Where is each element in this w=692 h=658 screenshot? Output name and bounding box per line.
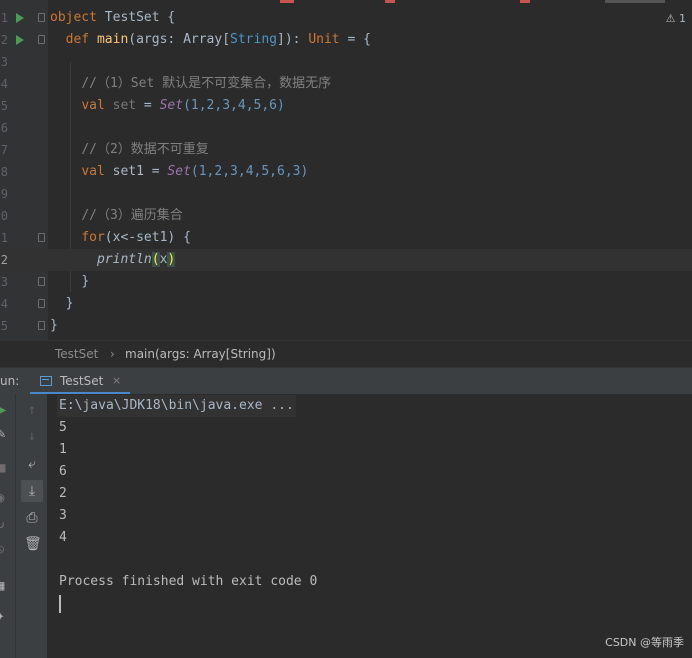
print-icon[interactable]: ⎙	[24, 510, 40, 526]
line-number: 0	[0, 209, 8, 223]
code-line-11: 1 for(x<-set1) {	[0, 227, 692, 249]
line-number: 2	[0, 253, 8, 267]
console-icon	[40, 376, 52, 386]
line-number: 2	[0, 33, 8, 47]
code-line-1: 1 object TestSet {	[0, 7, 692, 29]
code-line-14: 4 }	[0, 293, 692, 315]
breadcrumb-separator: ›	[110, 347, 115, 361]
code-line-7: 7 //（2）数据不可重复	[0, 139, 692, 161]
run-tab-label: TestSet	[60, 374, 104, 388]
line-number: 3	[0, 55, 8, 69]
line-number: 4	[0, 297, 8, 311]
console-command-line: E:\java\JDK18\bin\java.exe ...	[57, 395, 296, 417]
run-console[interactable]: ▶ ✎ ■ ◉ ↻ ⎋ ▦ ✦ ↑ ↓ ⤶ ⤓ ⎙ 🗑 E:\java\JDK1…	[0, 394, 692, 658]
line-number: 4	[0, 77, 8, 91]
fold-icon[interactable]	[38, 35, 45, 44]
code-editor[interactable]: ⚠ 1 1 object TestSet { 2 def main(args: …	[0, 0, 692, 340]
code-line-3: 3	[0, 51, 692, 73]
fold-icon[interactable]	[38, 321, 45, 330]
tab-strip-remnant	[0, 0, 692, 3]
line-number: 1	[0, 231, 8, 245]
run-icon[interactable]: ▶	[0, 402, 6, 418]
code-line-5: 5 val set = Set(1,2,3,4,5,6)	[0, 95, 692, 117]
arrow-down-icon[interactable]: ↓	[24, 428, 40, 444]
code-line-13: 3 }	[0, 271, 692, 293]
breadcrumb: TestSet › main(args: Array[String])	[0, 340, 692, 368]
line-number: 5	[0, 99, 8, 113]
text-caret	[59, 595, 61, 613]
trash-icon[interactable]: 🗑	[24, 536, 42, 552]
code-line-4: 4 //（1）Set 默认是不可变集合，数据无序	[0, 73, 692, 95]
console-output-line: 3	[59, 508, 67, 523]
code-line-6: 6	[0, 117, 692, 139]
code-line-15: 5 }	[0, 315, 692, 337]
scroll-to-end-icon[interactable]: ⤓	[21, 480, 43, 502]
wrench-icon[interactable]: ✎	[0, 426, 5, 442]
fold-icon[interactable]	[38, 277, 45, 286]
code-line-10: 0 //（3）遍历集合	[0, 205, 692, 227]
code-line-9: 9	[0, 183, 692, 205]
code-line-12-current: 2 println(x)	[0, 249, 692, 271]
code-line-2: 2 def main(args: Array[String]): Unit = …	[0, 29, 692, 51]
fold-icon[interactable]	[38, 299, 45, 308]
run-label: un:	[0, 374, 20, 388]
line-number: 1	[0, 11, 8, 25]
console-toolbar: ↑ ↓ ⤶ ⤓ ⎙ 🗑	[15, 394, 47, 658]
breadcrumb-object[interactable]: TestSet	[55, 341, 98, 368]
line-number: 7	[0, 143, 8, 157]
soft-wrap-icon[interactable]: ⤶	[24, 456, 40, 472]
run-gutter-icon[interactable]	[16, 13, 24, 23]
line-number: 5	[0, 319, 8, 333]
exit-icon[interactable]: ⎋	[0, 542, 4, 558]
tab-run-testset[interactable]: TestSet ×	[30, 368, 130, 395]
console-finish-message: Process finished with exit code 0	[59, 574, 318, 589]
console-output-line: 6	[59, 464, 67, 479]
rerun-failed-icon[interactable]: ↻	[0, 516, 4, 532]
line-number: 8	[0, 165, 8, 179]
run-toolbar: ▶ ✎ ■ ◉ ↻ ⎋ ▦ ✦	[0, 394, 15, 658]
console-output-line: 4	[59, 530, 67, 545]
fold-icon[interactable]	[38, 233, 45, 242]
breadcrumb-method[interactable]: main(args: Array[String])	[125, 341, 276, 368]
layout-icon[interactable]: ▦	[0, 578, 4, 594]
watermark: CSDN @等雨季	[605, 636, 684, 649]
line-number: 3	[0, 275, 8, 289]
stop-icon[interactable]: ■	[0, 460, 5, 476]
line-number: 6	[0, 121, 8, 135]
arrow-up-icon[interactable]: ↑	[24, 402, 40, 418]
code-line-8: 8 val set1 = Set(1,2,3,4,5,6,3)	[0, 161, 692, 183]
close-icon[interactable]: ×	[112, 368, 121, 394]
console-output-line: 1	[59, 442, 67, 457]
console-output-line: 2	[59, 486, 67, 501]
fold-icon[interactable]	[38, 13, 45, 22]
pin-icon[interactable]: ✦	[0, 608, 4, 624]
line-number: 9	[0, 187, 8, 201]
camera-icon[interactable]: ◉	[0, 490, 4, 506]
run-tool-window-header: un: TestSet ×	[0, 367, 692, 395]
run-gutter-icon[interactable]	[16, 35, 24, 45]
console-output-line: 5	[59, 420, 67, 435]
